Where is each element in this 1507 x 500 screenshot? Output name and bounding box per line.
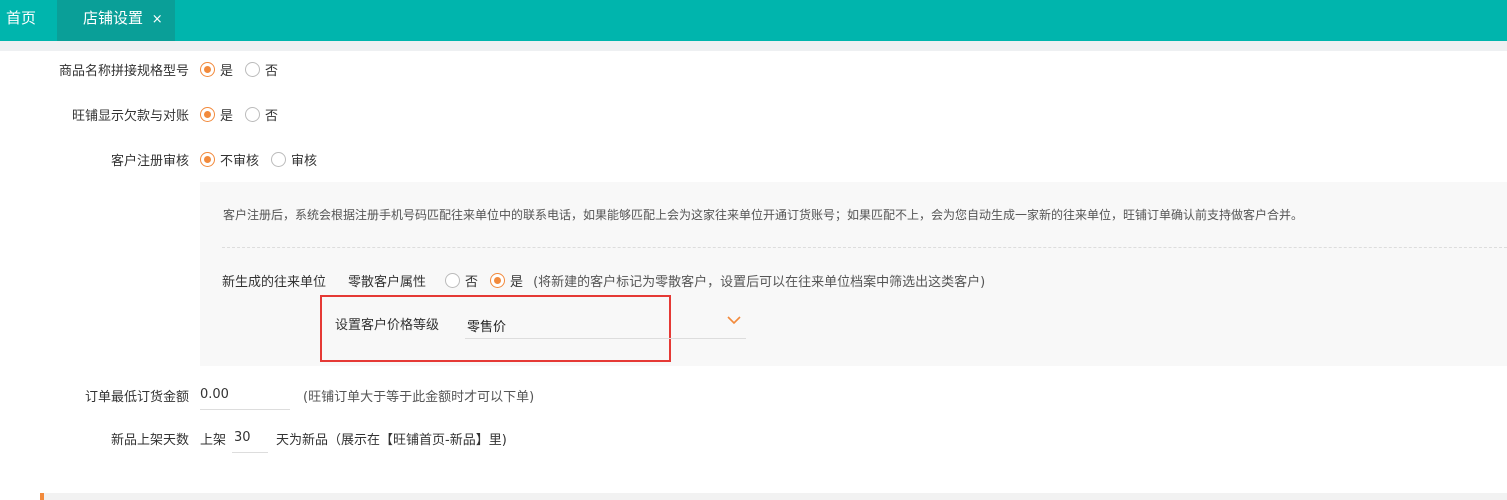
setting-min-order: 订单最低订货金额 0.00 (旺铺订单大于等于此金额时才可以下单) <box>0 380 534 410</box>
setting-register-review: 客户注册审核 不审核 审核 <box>0 149 317 169</box>
radio-unchecked-icon <box>271 151 287 167</box>
setting-label: 客户注册审核 <box>110 153 189 169</box>
new-days-input[interactable]: 30 <box>232 423 269 453</box>
radio-label: 审核 <box>291 153 318 169</box>
radio-unchecked-icon <box>245 61 261 77</box>
radio-checked-icon <box>200 61 215 77</box>
new-unit-row: 新生成的往来单位 零散客户属性 否 是 (将新建的客户标记为零散客户，设置后可以… <box>222 271 985 290</box>
tab-home[interactable]: 首页 <box>6 0 36 41</box>
radio-spec-join-no[interactable]: 否 <box>245 60 278 79</box>
setting-label: 新品上架天数 <box>110 432 189 448</box>
price-level-label: 设置客户价格等级 <box>335 318 440 333</box>
setting-new-days: 新品上架天数 上架 30 天为新品（展示在【旺铺首页-新品】里) <box>0 423 507 453</box>
radio-checked-icon <box>200 106 215 122</box>
radio-label: 是 <box>220 108 234 124</box>
radio-unchecked-icon <box>445 273 461 288</box>
tab-shop-settings-label: 店铺设置 <box>83 9 144 27</box>
header-divider <box>0 41 1507 51</box>
top-tab-bar: 首页 店铺设置 × <box>0 0 1507 41</box>
panel-description: 客户注册后，系统会根据注册手机号码匹配往来单位中的联系电话，如果能够匹配上会为这… <box>223 208 1304 222</box>
next-section-header <box>40 493 1507 500</box>
new-days-prefix: 上架 <box>200 432 227 448</box>
dashed-divider <box>222 247 1507 248</box>
radio-retail-yes[interactable]: 是 <box>490 271 523 290</box>
radio-unchecked-icon <box>245 106 261 122</box>
radio-label: 是 <box>510 275 524 290</box>
radio-spec-join-yes[interactable]: 是 <box>200 60 233 79</box>
radio-review[interactable]: 审核 <box>271 150 317 169</box>
radio-label: 否 <box>265 108 279 124</box>
radio-label: 否 <box>465 275 479 290</box>
retail-attr-label: 零散客户属性 <box>348 275 427 290</box>
radio-checked-icon <box>490 273 506 288</box>
min-order-note: (旺铺订单大于等于此金额时才可以下单) <box>303 389 535 405</box>
setting-label: 旺铺显示欠款与对账 <box>71 108 189 124</box>
chevron-down-icon[interactable] <box>727 313 741 327</box>
close-icon[interactable]: × <box>152 12 163 27</box>
new-days-suffix: 天为新品（展示在【旺铺首页-新品】里) <box>276 432 507 448</box>
radio-label: 不审核 <box>220 153 260 169</box>
setting-label: 商品名称拼接规格型号 <box>58 63 189 79</box>
setting-label: 订单最低订货金额 <box>84 389 189 405</box>
radio-retail-no[interactable]: 否 <box>445 271 478 290</box>
retail-note: (将新建的客户标记为零散客户，设置后可以在往来单位档案中筛选出这类客户) <box>533 275 986 290</box>
radio-show-debt-yes[interactable]: 是 <box>200 105 233 124</box>
new-unit-label: 新生成的往来单位 <box>222 275 327 290</box>
radio-no-review[interactable]: 不审核 <box>200 150 259 169</box>
radio-checked-icon <box>200 151 215 167</box>
min-order-input[interactable]: 0.00 <box>200 380 290 410</box>
price-level-select[interactable]: 零售价 <box>465 309 746 339</box>
price-level-value: 零售价 <box>467 320 507 335</box>
tab-shop-settings[interactable]: 店铺设置 × <box>57 0 175 41</box>
radio-show-debt-no[interactable]: 否 <box>245 105 278 124</box>
radio-label: 否 <box>265 63 279 79</box>
setting-show-debt: 旺铺显示欠款与对账 是 否 <box>0 104 278 124</box>
radio-label: 是 <box>220 63 234 79</box>
setting-spec-join: 商品名称拼接规格型号 是 否 <box>0 59 278 79</box>
